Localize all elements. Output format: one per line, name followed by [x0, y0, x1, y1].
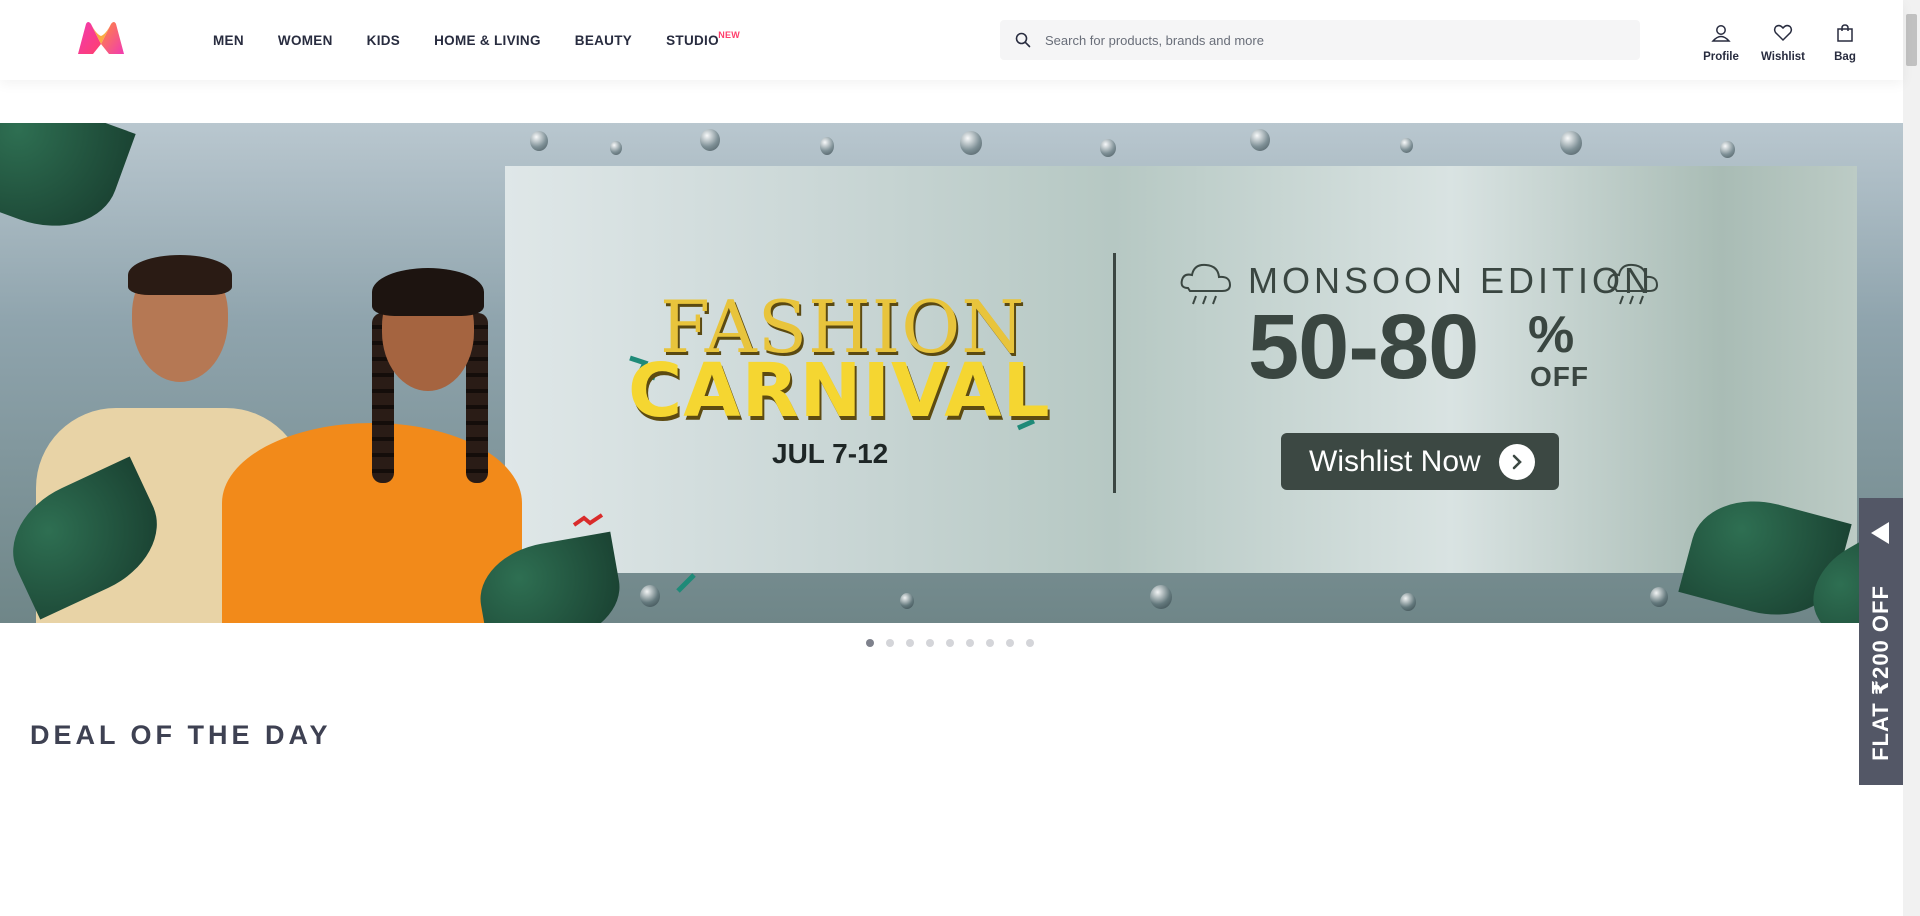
rain-drop: [1650, 587, 1668, 607]
rain-drop: [530, 131, 548, 151]
hero-banner[interactable]: FASHION CARNIVAL JUL 7-12 MONSOON EDITIO…: [0, 123, 1903, 623]
banner-off: OFF: [1530, 361, 1589, 392]
page-scrollbar[interactable]: [1903, 0, 1920, 916]
wishlist-label: Wishlist: [1761, 51, 1805, 63]
top-header: MEN WOMEN KIDS HOME & LIVING BEAUTY STUD…: [0, 0, 1903, 80]
rain-drop: [1250, 129, 1270, 151]
nav-women-label: WOMEN: [277, 32, 333, 48]
rain-drop: [1400, 138, 1413, 153]
carousel-dot[interactable]: [966, 639, 974, 647]
leaf-decoration: [0, 123, 136, 247]
carousel-dot[interactable]: [886, 639, 894, 647]
banner-title-line2: CARNIVAL: [628, 348, 1051, 434]
rain-drop: [820, 137, 834, 155]
carousel-dot[interactable]: [906, 639, 914, 647]
banner-divider: [1113, 253, 1116, 493]
rain-drop: [1100, 139, 1116, 157]
flat-offer-label: FLAT ₹200 OFF: [1868, 585, 1893, 761]
carousel-dot[interactable]: [946, 639, 954, 647]
main-nav: MEN WOMEN KIDS HOME & LIVING BEAUTY STUD…: [196, 0, 740, 80]
carousel-dot[interactable]: [986, 639, 994, 647]
nav-home-living[interactable]: HOME & LIVING: [417, 0, 558, 80]
carousel-dot[interactable]: [926, 639, 934, 647]
rain-drop: [1400, 593, 1416, 611]
search-icon[interactable]: [1001, 20, 1045, 60]
bag-button[interactable]: Bag: [1814, 24, 1876, 63]
nav-studio[interactable]: STUDIO NEW: [649, 0, 740, 80]
carousel-dot[interactable]: [1026, 639, 1034, 647]
rain-drop: [1720, 141, 1735, 158]
wishlist-button[interactable]: Wishlist: [1752, 24, 1814, 63]
model-woman-hair: [372, 268, 484, 316]
nav-beauty-label: BEAUTY: [574, 32, 633, 48]
banner-percent: %: [1528, 306, 1575, 364]
nav-men-label: MEN: [213, 32, 244, 48]
bag-label: Bag: [1834, 51, 1856, 63]
rain-drop: [610, 141, 622, 155]
new-badge: NEW: [718, 30, 740, 40]
profile-button[interactable]: Profile: [1690, 24, 1752, 63]
flat-offer-tab[interactable]: FLAT ₹200 OFF: [1859, 498, 1903, 785]
rain-drop: [960, 131, 982, 155]
arrow-left-icon: [1871, 522, 1889, 544]
nav-kids[interactable]: KIDS: [350, 0, 417, 80]
banner-discount: 50-80: [1248, 296, 1479, 398]
nav-women[interactable]: WOMEN: [261, 0, 350, 80]
rain-drop: [700, 129, 720, 151]
search-input[interactable]: [1045, 21, 1639, 59]
bag-icon: [1835, 24, 1855, 47]
chevron-right-icon: [1499, 444, 1535, 480]
nav-kids-label: KIDS: [366, 32, 401, 48]
carousel-dot[interactable]: [866, 639, 874, 647]
wishlist-now-label: Wishlist Now: [1309, 444, 1481, 478]
rain-drop: [1560, 131, 1582, 155]
scrollbar-thumb[interactable]: [1906, 14, 1917, 66]
wishlist-now-button[interactable]: Wishlist Now: [1281, 433, 1559, 490]
header-actions: Profile Wishlist Bag: [1690, 24, 1876, 63]
heart-icon: [1773, 24, 1793, 47]
carousel-dot[interactable]: [1006, 639, 1014, 647]
rain-drop: [1150, 585, 1172, 609]
myntra-logo-icon[interactable]: [76, 20, 126, 58]
banner-dates: JUL 7-12: [772, 438, 889, 469]
rain-cloud-icon: [1180, 263, 1232, 305]
model-man-hair: [128, 255, 232, 295]
search-bar[interactable]: [1000, 20, 1640, 60]
section-title: DEAL OF THE DAY: [30, 720, 332, 750]
profile-label: Profile: [1703, 51, 1739, 63]
profile-icon: [1711, 24, 1731, 47]
nav-beauty[interactable]: BEAUTY: [558, 0, 649, 80]
nav-men[interactable]: MEN: [196, 0, 261, 80]
carousel-indicators: [866, 639, 1034, 647]
nav-studio-label: STUDIO: [666, 32, 719, 48]
nav-home-living-label: HOME & LIVING: [434, 32, 541, 48]
